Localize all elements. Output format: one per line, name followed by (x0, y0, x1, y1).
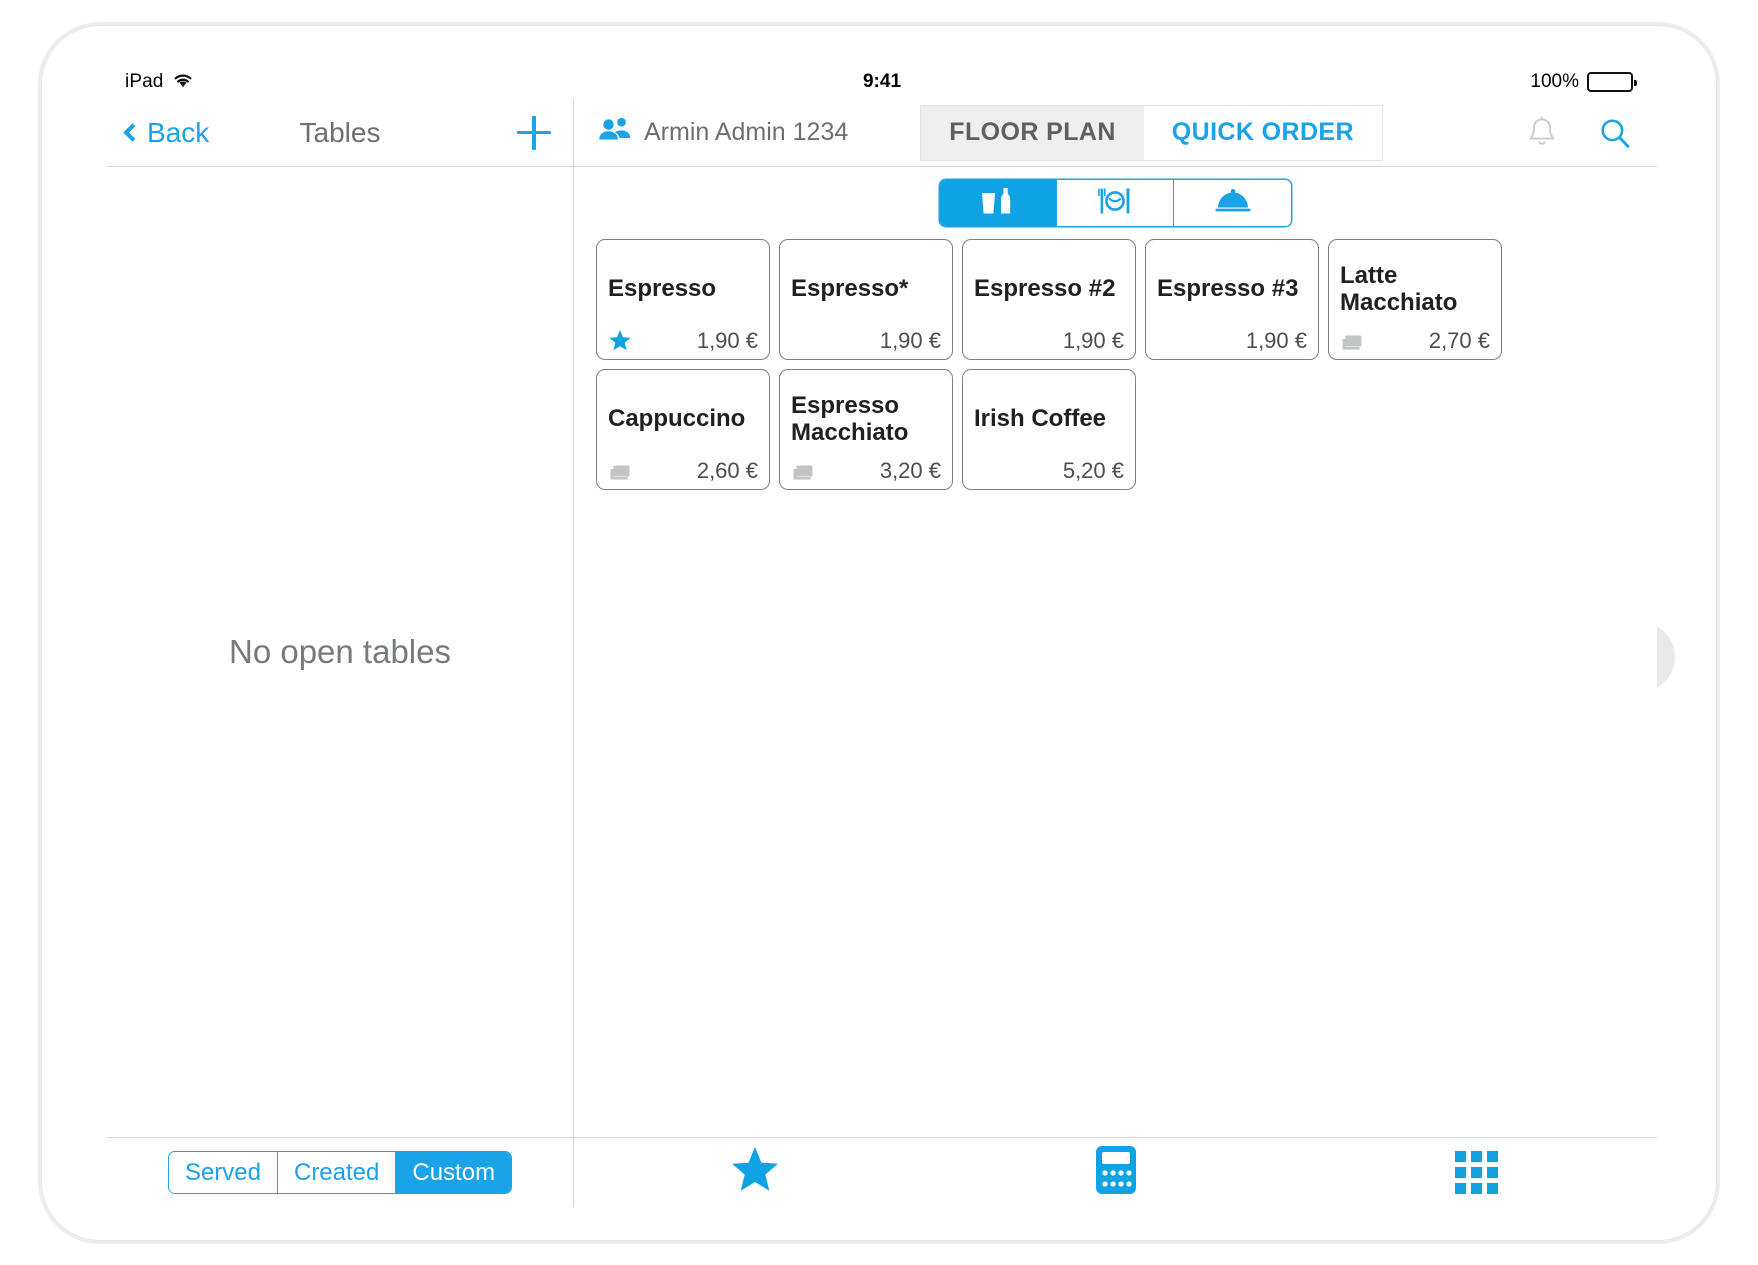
quick-order-pane: Espresso 1,90 € Espresso* 1,90 € Espresso #2… (574, 167, 1657, 1207)
filter-tab-served[interactable]: Served (168, 1152, 278, 1193)
category-segmented-control (940, 180, 1291, 226)
tables-filter-segmented-control: Served Created Custom (167, 1151, 513, 1194)
product-price: 1,90 € (879, 327, 941, 353)
product-price: 1,90 € (1245, 327, 1307, 353)
product-badge-empty (974, 332, 998, 352)
toolbar-calculator-button[interactable] (935, 1144, 1296, 1201)
tables-bottom-toolbar: Served Created Custom (107, 1137, 573, 1207)
product-tile[interactable]: Espresso #3 1,90 € (1145, 239, 1319, 360)
toolbar-favorites-button[interactable] (574, 1145, 935, 1200)
product-name: Irish Coffee (974, 405, 1107, 433)
product-name: Cappuccino (608, 405, 746, 433)
product-price: 2,60 € (696, 457, 758, 483)
status-bar: iPad 9:41 100% (107, 65, 1657, 99)
variants-layers-icon (791, 462, 815, 482)
chevron-left-icon (123, 123, 142, 142)
navigation-bar: Back Tables Armin Admin 1234 FLOOR PLAN … (107, 99, 1657, 167)
product-tile-footer: 1,90 € (974, 328, 1124, 352)
navigation-bar-right: Armin Admin 1234 FLOOR PLAN QUICK ORDER (574, 99, 1657, 166)
navigation-bar-actions (1527, 116, 1631, 150)
favorite-star-icon (608, 329, 632, 352)
people-group-icon (598, 117, 632, 148)
back-button-label: Back (147, 116, 210, 148)
keypad-grid-icon (1455, 1151, 1498, 1194)
plus-icon[interactable] (517, 115, 551, 150)
current-user-name: Armin Admin 1234 (644, 118, 849, 146)
battery-percent-label: 100% (1530, 71, 1579, 92)
product-tile[interactable]: Espresso #2 1,90 € (962, 239, 1136, 360)
current-user-chip[interactable]: Armin Admin 1234 (598, 117, 848, 148)
tables-empty-message: No open tables (229, 633, 451, 670)
tab-quick-order[interactable]: QUICK ORDER (1143, 105, 1382, 160)
product-price: 1,90 € (696, 327, 758, 353)
calculator-icon (1092, 1144, 1140, 1201)
status-bar-right: 100% (1530, 71, 1637, 93)
ipad-device-frame: iPad 9:41 100% Back Tables Armin Admin 1… (38, 22, 1720, 1244)
product-name: Espresso #3 (1157, 275, 1299, 303)
food-plate-cutlery-icon (1093, 186, 1137, 221)
product-grid-container: Espresso 1,90 € Espresso* 1,90 € Espresso #2… (574, 239, 1657, 1137)
product-name: Espresso #2 (974, 275, 1116, 303)
product-name: Espresso (608, 275, 717, 303)
product-tile-footer: 5,20 € (974, 458, 1124, 482)
product-tile-footer: 1,90 € (791, 328, 941, 352)
bell-icon[interactable] (1527, 116, 1557, 150)
product-tile-footer: 1,90 € (1157, 328, 1307, 352)
battery-full-icon (1587, 72, 1637, 92)
variants-layers-icon (1340, 332, 1364, 352)
product-tile[interactable]: Espresso* 1,90 € (779, 239, 953, 360)
category-tab-food[interactable] (1057, 180, 1174, 226)
product-name: Latte Macchiato (1340, 261, 1458, 316)
app-screen: iPad 9:41 100% Back Tables Armin Admin 1… (107, 65, 1657, 1207)
product-name: Espresso* (791, 275, 909, 303)
product-price: 1,90 € (1062, 327, 1124, 353)
variants-layers-icon (608, 462, 632, 482)
screen-bezel: iPad 9:41 100% Back Tables Armin Admin 1… (107, 65, 1657, 1207)
filter-tab-custom[interactable]: Custom (396, 1152, 512, 1193)
product-tile-footer: 3,20 € (791, 458, 941, 482)
tab-floor-plan[interactable]: FLOOR PLAN (921, 105, 1144, 160)
product-badge-empty (791, 332, 815, 352)
mode-segmented-control: FLOOR PLAN QUICK ORDER (920, 104, 1383, 161)
drinks-glass-bottle-icon (976, 186, 1020, 221)
search-icon[interactable] (1599, 117, 1631, 149)
toolbar-keypad-button[interactable] (1296, 1151, 1657, 1194)
back-button[interactable]: Back (123, 117, 209, 149)
cloche-dome-icon (1211, 186, 1255, 221)
navigation-bar-left: Back Tables (107, 99, 574, 166)
tables-pane: No open tables Served Created Custom (107, 167, 574, 1207)
product-tile[interactable]: Latte Macchiato 2,70 € (1328, 239, 1502, 360)
product-price: 2,70 € (1428, 328, 1490, 353)
product-tile[interactable]: Espresso Macchiato 3,20 € (779, 369, 953, 490)
product-tile-footer: 1,90 € (608, 328, 758, 352)
category-bar (574, 167, 1657, 239)
filter-tab-created[interactable]: Created (277, 1152, 397, 1193)
product-badge-empty (1157, 332, 1181, 352)
product-badge-empty (974, 462, 998, 482)
product-tile[interactable]: Cappuccino 2,60 € (596, 369, 770, 490)
product-tile[interactable]: Espresso 1,90 € (596, 239, 770, 360)
main-content: No open tables Served Created Custom Esp… (107, 167, 1657, 1207)
favorite-star-icon (729, 1145, 781, 1200)
status-bar-clock: 9:41 (862, 71, 902, 92)
product-grid: Espresso 1,90 € Espresso* 1,90 € Espresso #2… (596, 239, 1635, 490)
product-price: 5,20 € (1062, 457, 1124, 483)
category-tab-dishes[interactable] (1174, 180, 1291, 226)
quick-order-bottom-toolbar (574, 1137, 1657, 1207)
product-name: Espresso Macchiato (791, 391, 909, 446)
product-price: 3,20 € (879, 458, 941, 483)
category-tab-drinks[interactable] (940, 180, 1057, 226)
product-tile-footer: 2,60 € (608, 458, 758, 482)
product-tile-footer: 2,70 € (1340, 328, 1490, 352)
product-tile[interactable]: Irish Coffee 5,20 € (962, 369, 1136, 490)
